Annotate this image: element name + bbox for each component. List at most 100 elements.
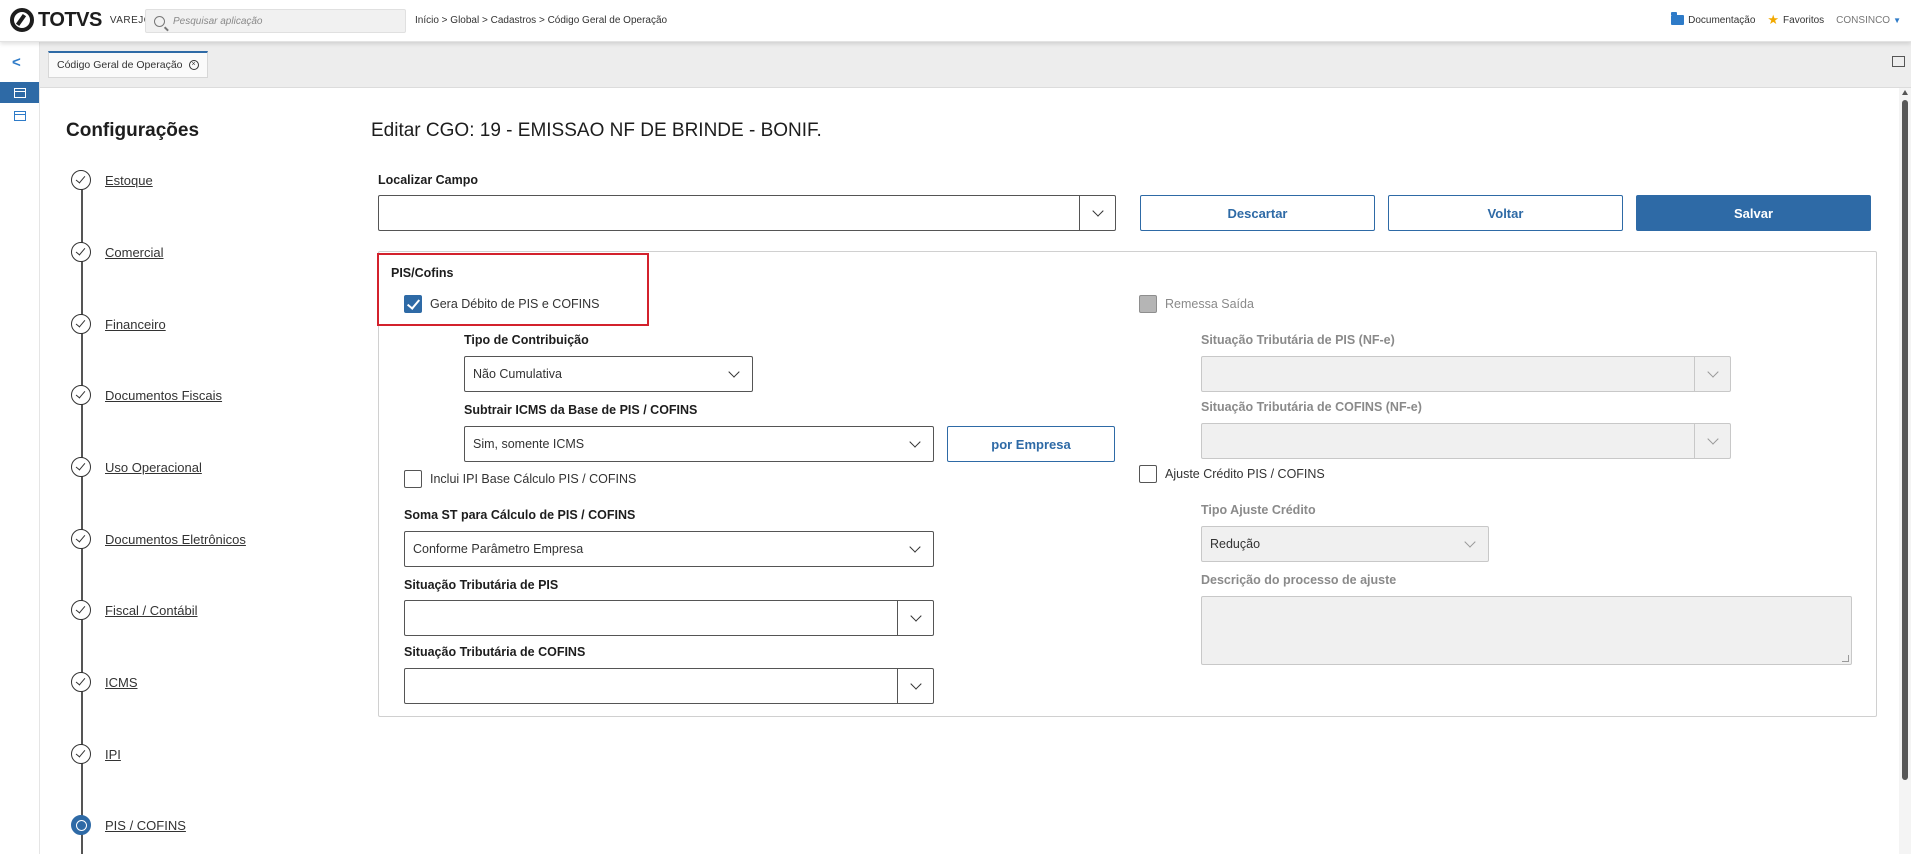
step-financeiro[interactable]: Financeiro (71, 314, 166, 334)
chevron-down-icon (1452, 527, 1488, 561)
sit-cofins-select[interactable] (404, 668, 934, 704)
step-fiscal-contabil[interactable]: Fiscal / Contábil (71, 600, 197, 620)
scroll-thumb[interactable] (1902, 100, 1908, 780)
check-circle-icon (71, 170, 91, 190)
back-button[interactable]: Voltar (1388, 195, 1623, 231)
remessa-saida-label: Remessa Saída (1165, 297, 1254, 311)
check-circle-icon (71, 529, 91, 549)
highlight-box (377, 253, 649, 326)
sit-pis-select[interactable] (404, 600, 934, 636)
user-menu[interactable]: CONSINCO (1836, 15, 1890, 26)
tipo-contribuicao-select[interactable]: Não Cumulativa (464, 356, 753, 392)
step-label[interactable]: IPI (105, 747, 121, 762)
inclui-ipi-label: Inclui IPI Base Cálculo PIS / COFINS (430, 472, 637, 486)
check-circle-icon (71, 385, 91, 405)
step-estoque[interactable]: Estoque (71, 170, 153, 190)
resize-grip-icon (1842, 655, 1849, 662)
find-field-select[interactable] (378, 195, 1116, 231)
favorites-link[interactable]: Favoritos (1783, 15, 1824, 26)
gera-debito-checkbox[interactable]: Gera Débito de PIS e COFINS (404, 295, 600, 313)
step-documentos-fiscais[interactable]: Documentos Fiscais (71, 385, 222, 405)
checkbox-icon[interactable] (404, 470, 422, 488)
search-icon (154, 15, 165, 27)
sit-cofins-nfe-select (1201, 423, 1731, 459)
sit-cofins-nfe-label: Situação Tributária de COFINS (NF-e) (1201, 400, 1422, 414)
check-circle-icon (71, 600, 91, 620)
chevron-down-icon[interactable]: ▼ (1893, 16, 1901, 25)
inclui-ipi-checkbox[interactable]: Inclui IPI Base Cálculo PIS / COFINS (404, 470, 636, 488)
vertical-scrollbar[interactable] (1899, 88, 1911, 854)
tipo-ajuste-select: Redução (1201, 526, 1489, 562)
totvs-logo[interactable]: TOTVS VAREJO (10, 8, 152, 32)
chevron-down-icon[interactable] (897, 669, 933, 703)
active-step-circle-icon (71, 815, 91, 835)
collapse-chevron-left-icon[interactable]: < (12, 54, 21, 71)
step-label[interactable]: PIS / COFINS (105, 818, 186, 833)
step-documentos-eletronicos[interactable]: Documentos Eletrônicos (71, 529, 246, 549)
step-pis-cofins[interactable]: PIS / COFINS (71, 815, 186, 835)
documentation-link[interactable]: Documentação (1688, 15, 1755, 26)
step-label[interactable]: Comercial (105, 245, 164, 260)
calendar-icon (13, 111, 26, 121)
step-label[interactable]: Documentos Eletrônicos (105, 532, 246, 547)
table-icon (13, 87, 26, 98)
remessa-saida-checkbox[interactable]: Remessa Saída (1139, 295, 1254, 313)
close-icon[interactable]: × (188, 60, 199, 70)
soma-st-select[interactable]: Conforme Parâmetro Empresa (404, 531, 934, 567)
page-title: Editar CGO: 19 - EMISSAO NF DE BRINDE - … (371, 120, 822, 141)
chevron-down-icon[interactable] (897, 532, 933, 566)
sit-pis-nfe-label: Situação Tributária de PIS (NF-e) (1201, 333, 1395, 347)
ajuste-credito-checkbox[interactable]: Ajuste Crédito PIS / COFINS (1139, 465, 1325, 483)
step-icms[interactable]: ICMS (71, 672, 138, 692)
search-input[interactable] (173, 15, 393, 27)
step-label[interactable]: Fiscal / Contábil (105, 603, 197, 618)
check-circle-icon (71, 672, 91, 692)
soma-st-value: Conforme Parâmetro Empresa (413, 542, 584, 556)
tipo-contribuicao-label: Tipo de Contribuição (464, 333, 589, 347)
top-bar: TOTVS VAREJO Início > Global > Cadastros… (0, 0, 1911, 42)
step-label[interactable]: Estoque (105, 173, 153, 188)
rail-item-calendar[interactable] (0, 107, 39, 125)
breadcrumb: Início > Global > Cadastros > Código Ger… (415, 15, 668, 26)
subtrair-icms-label: Subtrair ICMS da Base de PIS / COFINS (464, 403, 698, 417)
brand-name: TOTVS (38, 8, 102, 31)
tab-codigo-geral-operacao[interactable]: Código Geral de Operação × (48, 51, 208, 78)
checkbox-disabled-icon (1139, 295, 1157, 313)
checkbox-checked-icon[interactable] (404, 295, 422, 313)
discard-button[interactable]: Descartar (1140, 195, 1375, 231)
app-search[interactable] (145, 9, 406, 33)
sidebar-title: Configurações (66, 120, 200, 141)
step-label[interactable]: Uso Operacional (105, 460, 202, 475)
sit-cofins-label: Situação Tributária de COFINS (404, 645, 586, 659)
check-circle-icon (71, 242, 91, 262)
save-button[interactable]: Salvar (1636, 195, 1871, 231)
por-empresa-button[interactable]: por Empresa (947, 426, 1115, 462)
scroll-up-arrow-icon[interactable] (1902, 90, 1908, 95)
window-list-icon[interactable] (1892, 56, 1905, 67)
tab-strip: Código Geral de Operação × (40, 42, 1911, 88)
chevron-down-icon[interactable] (897, 601, 933, 635)
folder-icon (1671, 12, 1685, 25)
sit-pis-label: Situação Tributária de PIS (404, 578, 559, 592)
step-label[interactable]: Financeiro (105, 317, 166, 332)
step-uso-operacional[interactable]: Uso Operacional (71, 457, 202, 477)
rail-item-table[interactable] (0, 82, 39, 103)
ajuste-credito-label: Ajuste Crédito PIS / COFINS (1165, 467, 1325, 481)
checkbox-icon[interactable] (1139, 465, 1157, 483)
totvs-logo-icon (10, 8, 34, 32)
tipo-ajuste-label: Tipo Ajuste Crédito (1201, 503, 1316, 517)
chevron-down-icon (1694, 357, 1730, 391)
step-comercial[interactable]: Comercial (71, 242, 164, 262)
chevron-down-icon[interactable] (716, 357, 752, 391)
step-label[interactable]: Documentos Fiscais (105, 388, 222, 403)
soma-st-label: Soma ST para Cálculo de PIS / COFINS (404, 508, 636, 522)
header-actions: Documentação ★ Favoritos CONSINCO ▼ (1671, 12, 1901, 28)
find-field-label: Localizar Campo (378, 173, 479, 187)
gera-debito-label: Gera Débito de PIS e COFINS (430, 297, 600, 311)
chevron-down-icon[interactable] (1079, 196, 1115, 230)
step-ipi[interactable]: IPI (71, 744, 121, 764)
step-label[interactable]: ICMS (105, 675, 138, 690)
check-circle-icon (71, 744, 91, 764)
subtrair-icms-select[interactable]: Sim, somente ICMS (464, 426, 934, 462)
chevron-down-icon[interactable] (897, 427, 933, 461)
